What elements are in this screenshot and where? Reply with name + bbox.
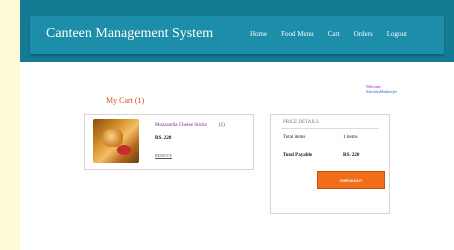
total-payable-label: Total Payable [283,153,313,158]
remove-button[interactable]: REMOVE [155,153,172,158]
nav-logout[interactable]: Logout [387,30,407,44]
item-quantity: (1) [219,123,225,128]
total-items-value: 1 items [343,135,358,140]
welcome-username: SukshitaMukherjee [366,89,398,94]
total-payable-value: RS. 220 [343,153,360,158]
left-margin-strip [0,0,20,250]
item-image [93,119,139,163]
cart-title: My Cart (1) [106,96,145,105]
total-items-label: Total items [283,135,306,140]
main-nav: Home Food Menu Cart Orders Logout [250,30,407,44]
price-details-divider [281,128,379,129]
nav-food-menu[interactable]: Food Menu [281,30,313,44]
navbar: Canteen Management System Home Food Menu… [30,16,444,55]
cart-item-card: Mozzarella Cheese Sticks (1) RS. 220 REM… [84,114,254,170]
nav-home[interactable]: Home [250,30,267,44]
item-name: Mozzarella Cheese Sticks [155,123,207,128]
price-details-card: PRICE DETAILS Total items 1 items Total … [270,114,390,214]
price-details-title: PRICE DETAILS [283,120,319,125]
welcome-message: Welcome SukshitaMukherjee [366,84,397,94]
checkout-button[interactable]: CHECKOUT [317,171,385,189]
item-price: RS. 220 [155,136,172,141]
nav-cart[interactable]: Cart [328,30,340,44]
nav-orders[interactable]: Orders [354,30,373,44]
brand-title[interactable]: Canteen Management System [46,26,213,42]
